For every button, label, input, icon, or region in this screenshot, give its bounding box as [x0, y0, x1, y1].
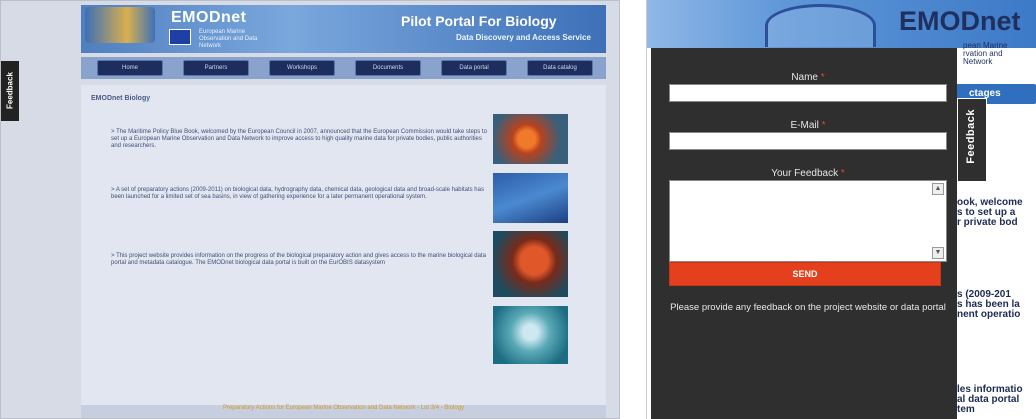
- brand-subtitle: European Marine Observation and Data Net…: [199, 29, 258, 49]
- nav-documents[interactable]: Documents: [355, 60, 421, 76]
- nav-data-catalog[interactable]: Data catalog: [527, 60, 593, 76]
- portal-title: Pilot Portal For Biology: [401, 13, 557, 29]
- feedback-textarea[interactable]: ▲ ▼: [669, 180, 947, 262]
- scroll-down-icon[interactable]: ▼: [932, 247, 944, 259]
- nav-home[interactable]: Home: [97, 60, 163, 76]
- page-text-line: tem: [957, 404, 975, 415]
- starfish-image: [493, 114, 568, 164]
- required-mark: *: [840, 168, 845, 179]
- portal-subtitle: Data Discovery and Access Service: [456, 33, 591, 42]
- nav-workshops[interactable]: Workshops: [269, 60, 335, 76]
- feedback-side-tab[interactable]: Feedback: [1, 61, 19, 121]
- logo-graphic: [85, 7, 155, 43]
- feedback-note: Please provide any feedback on the proje…: [670, 302, 946, 313]
- required-mark: *: [821, 120, 826, 131]
- name-input[interactable]: [669, 84, 947, 102]
- brand-subtitle: pean Marine rvation and Network: [963, 41, 1008, 66]
- page-footer: Preparatory Actions for European Marine …: [81, 405, 606, 418]
- section-title: EMODnet Biology: [91, 95, 151, 102]
- website-screenshot: Feedback EMODnet European Marine Observa…: [0, 0, 620, 419]
- eu-flag-icon: [169, 29, 191, 45]
- page-text-line: nent operatio: [957, 309, 1021, 320]
- email-input[interactable]: [669, 132, 947, 150]
- feedback-screenshot: EMODnet pean Marine rvation and Network …: [646, 0, 1036, 419]
- brand-logo-text: EMODnet: [171, 9, 247, 26]
- brand-logo-text: EMODnet: [899, 6, 1021, 36]
- name-label: Name *: [791, 72, 825, 83]
- email-label: E-Mail *: [790, 120, 826, 131]
- paragraph-project-website: > This project website provides informat…: [111, 253, 486, 266]
- page-text-line: r private bod: [957, 217, 1018, 228]
- coral-image: [493, 231, 568, 297]
- jellyfish-image: [493, 306, 568, 364]
- feedback-tab[interactable]: Feedback: [957, 98, 987, 182]
- dolphins-image: [493, 173, 568, 223]
- logo-graphic: [765, 4, 876, 47]
- send-button[interactable]: SEND: [669, 262, 941, 286]
- nav-partners[interactable]: Partners: [183, 60, 249, 76]
- paragraph-blue-book: > The Maritime Policy Blue Book, welcome…: [111, 129, 487, 149]
- required-mark: *: [820, 72, 825, 83]
- scroll-up-icon[interactable]: ▲: [932, 183, 944, 195]
- feedback-label: Your Feedback *: [771, 168, 845, 179]
- paragraph-preparatory-actions: > A set of preparatory actions (2009-201…: [111, 187, 484, 200]
- nav-data-portal[interactable]: Data portal: [441, 60, 507, 76]
